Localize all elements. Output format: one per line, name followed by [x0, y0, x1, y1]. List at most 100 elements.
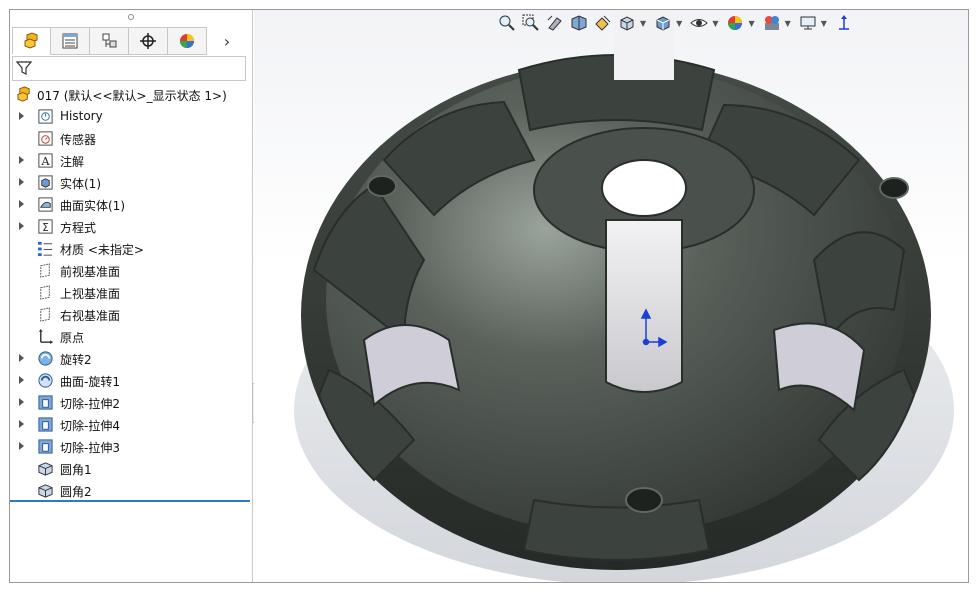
edit-appearance-icon[interactable] [724, 12, 746, 34]
tree-item-label: History [60, 109, 103, 123]
tree-item-label: 切除-拉伸4 [60, 419, 120, 433]
expand-arrow-icon[interactable] [19, 156, 24, 164]
tree-item-label: 方程式 [60, 221, 97, 235]
tree-item-15[interactable]: 切除-拉伸3 [10, 435, 250, 457]
expand-arrow-icon[interactable] [19, 112, 24, 120]
tree-item-12[interactable]: 曲面-旋转1 [10, 369, 250, 391]
tree-item-label: 传感器 [60, 133, 97, 147]
view-settings-icon[interactable] [797, 12, 819, 34]
fillet-icon [38, 462, 53, 476]
zoom-to-area-icon[interactable] [520, 12, 542, 34]
tree-item-label: 原点 [60, 331, 85, 345]
tree-item-8[interactable]: 上视基准面 [10, 281, 250, 303]
tree-rollback-bar[interactable] [10, 500, 250, 502]
tree-item-10[interactable]: 原点 [10, 325, 250, 347]
surface-revolve-icon [38, 373, 53, 388]
heads-up-view-toolbar: ▼ ▼ ▼ ▼ ▼ ▼ [496, 10, 855, 36]
expand-arrow-icon[interactable] [19, 376, 24, 384]
tree-item-11[interactable]: 旋转2 [10, 347, 250, 369]
tree-item-1[interactable]: 传感器 [10, 127, 250, 149]
tree-root-part[interactable]: 017 (默认<<默认>_显示状态 1>) [10, 83, 250, 105]
surface-body-icon [38, 197, 53, 212]
tree-item-label: 切除-拉伸2 [60, 397, 120, 411]
expand-arrow-icon[interactable] [19, 420, 24, 428]
tree-item-0[interactable]: History [10, 105, 250, 127]
tree-item-9[interactable]: 右视基准面 [10, 303, 250, 325]
equation-icon: Σ [38, 219, 53, 234]
hide-show-items-icon[interactable] [688, 12, 710, 34]
view-orientation-caret-icon[interactable]: ▼ [640, 19, 646, 28]
view-orientation-icon[interactable] [616, 12, 638, 34]
annotation-icon: A [38, 153, 53, 168]
display-manager-icon [180, 34, 194, 48]
tree-item-5[interactable]: Σ 方程式 [10, 215, 250, 237]
cut-extrude-icon [38, 395, 53, 410]
display-style-icon[interactable] [652, 12, 674, 34]
fillet-icon [38, 484, 53, 498]
zoom-to-fit-icon[interactable] [496, 12, 518, 34]
tree-item-16[interactable]: 圆角1 [10, 457, 250, 479]
part-icon [17, 86, 30, 102]
plane-icon [40, 263, 50, 278]
tab-featuremanager[interactable] [12, 27, 51, 55]
plane-icon [40, 307, 50, 322]
tree-item-label: 圆角1 [60, 463, 92, 477]
tab-dimxpert[interactable] [129, 27, 168, 55]
history-icon [38, 109, 53, 124]
tab-configurationmanager[interactable] [90, 27, 129, 55]
expand-arrow-icon[interactable] [19, 354, 24, 362]
tree-item-2[interactable]: A 注解 [10, 149, 250, 171]
tree-item-label: 实体(1) [60, 177, 101, 191]
tree-item-3[interactable]: 实体(1) [10, 171, 250, 193]
expand-arrow-icon[interactable] [19, 442, 24, 450]
section-view-icon[interactable] [568, 12, 590, 34]
expand-arrow-icon[interactable] [19, 178, 24, 186]
tree-root-label: 017 (默认<<默认>_显示状态 1>) [37, 89, 227, 103]
display-style-caret-icon[interactable]: ▼ [676, 19, 682, 28]
apply-scene-caret-icon[interactable]: ▼ [785, 19, 791, 28]
view-triad-icon[interactable] [833, 12, 855, 34]
tree-item-label: 注解 [60, 155, 85, 169]
hide-show-caret-icon[interactable]: ▼ [712, 19, 718, 28]
graphics-viewport[interactable]: ▼ ▼ ▼ ▼ ▼ ▼ [254, 10, 968, 582]
dynamic-annotation-icon[interactable] [592, 12, 614, 34]
tree-item-17[interactable]: 圆角2 [10, 479, 250, 501]
tab-display-manager[interactable] [168, 27, 207, 55]
tree-item-label: 材质 <未指定> [60, 243, 144, 257]
revolve-icon [38, 351, 53, 366]
previous-view-icon[interactable] [544, 12, 566, 34]
expand-arrow-icon[interactable] [19, 200, 24, 208]
tree-item-14[interactable]: 切除-拉伸4 [10, 413, 250, 435]
tree-item-label: 曲面实体(1) [60, 199, 125, 213]
svg-text:Σ: Σ [42, 222, 49, 234]
tree-item-7[interactable]: 前视基准面 [10, 259, 250, 281]
apply-scene-icon[interactable] [761, 12, 783, 34]
tabs-next-arrow-icon[interactable]: › [207, 27, 247, 55]
feature-manager-panel: › 017 (默认<<默认>_显示状态 1>) History 传感器 A 注解实体(… [10, 10, 253, 582]
tree-item-6[interactable]: 材质 <未指定> [10, 237, 250, 259]
plane-icon [40, 285, 50, 300]
view-settings-caret-icon[interactable]: ▼ [821, 19, 827, 28]
featuremanager-icon [24, 32, 37, 49]
material-icon [37, 241, 53, 257]
cut-extrude-icon [38, 417, 53, 432]
tree-item-label: 右视基准面 [60, 309, 121, 323]
expand-arrow-icon[interactable] [19, 222, 24, 230]
tree-item-label: 圆角2 [60, 485, 92, 499]
filter-icon [16, 61, 32, 75]
crosshair-icon [140, 33, 156, 49]
edit-appearance-caret-icon[interactable]: ▼ [748, 19, 754, 28]
tree-item-13[interactable]: 切除-拉伸2 [10, 391, 250, 413]
tree-item-label: 旋转2 [60, 353, 92, 367]
svg-text:A: A [40, 154, 50, 168]
expand-arrow-icon[interactable] [19, 398, 24, 406]
tree-item-label: 切除-拉伸3 [60, 441, 120, 455]
panel-grip-icon[interactable] [128, 14, 134, 20]
tree-item-4[interactable]: 曲面实体(1) [10, 193, 250, 215]
tree-filter-bar[interactable] [12, 56, 246, 81]
feature-tree: 017 (默认<<默认>_显示状态 1>) History 传感器 A 注解实体(1)… [10, 83, 250, 501]
sensor-icon [38, 131, 53, 146]
tab-propertymanager[interactable] [51, 27, 90, 55]
solid-body-icon [38, 175, 53, 190]
tree-item-label: 前视基准面 [60, 265, 121, 279]
